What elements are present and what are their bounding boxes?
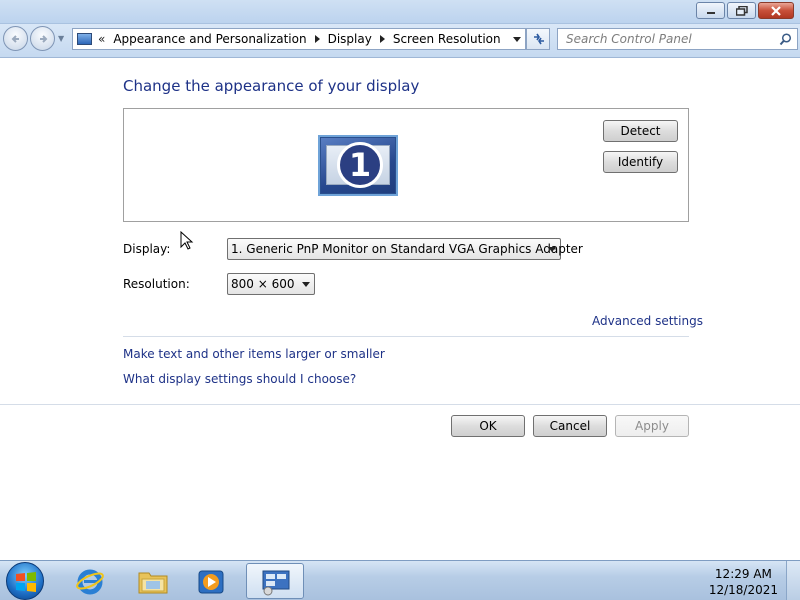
- taskbar: 12:29 AM 12/18/2021: [0, 560, 800, 600]
- forward-arrow-icon: [40, 35, 48, 43]
- refresh-icon: [534, 33, 544, 45]
- cancel-button[interactable]: Cancel: [533, 415, 607, 437]
- chevron-down-icon: [302, 282, 310, 287]
- page-title: Change the appearance of your display: [123, 77, 420, 95]
- apply-button[interactable]: Apply: [615, 415, 689, 437]
- caption-buttons: [696, 2, 794, 19]
- close-button[interactable]: [758, 2, 794, 19]
- resolution-select-value: 800 × 600: [231, 277, 295, 291]
- taskbar-control-panel[interactable]: [246, 563, 304, 599]
- address-history-chevron[interactable]: «: [98, 32, 105, 46]
- minimize-icon: [706, 11, 715, 14]
- chevron-down-icon: [548, 247, 556, 252]
- monitor-1-icon[interactable]: 1: [318, 135, 398, 196]
- restore-button[interactable]: [727, 2, 756, 19]
- forward-button[interactable]: [30, 26, 55, 51]
- start-button[interactable]: [6, 562, 44, 600]
- breadcrumb-separator-arrow-icon[interactable]: [314, 35, 320, 43]
- search-input[interactable]: Search Control Panel: [557, 28, 798, 50]
- clock-time: 12:29 AM: [714, 567, 772, 581]
- display-preview-area: 1 Detect Identify: [123, 108, 689, 222]
- system-clock[interactable]: 12:29 AM 12/18/2021: [709, 566, 778, 598]
- address-bar[interactable]: « Appearance and Personalization Display…: [72, 28, 526, 50]
- divider: [123, 336, 689, 337]
- control-panel-icon: [77, 33, 92, 45]
- folder-icon: [138, 572, 168, 594]
- taskbar-windows-explorer[interactable]: [124, 563, 180, 599]
- address-dropdown-arrow-icon[interactable]: [513, 37, 521, 42]
- display-settings-icon: [262, 570, 290, 596]
- refresh-button[interactable]: [526, 28, 550, 50]
- show-desktop-button[interactable]: [786, 561, 800, 600]
- taskbar-internet-explorer[interactable]: [62, 563, 118, 599]
- minimize-button[interactable]: [696, 2, 725, 19]
- resolution-select[interactable]: 800 × 600: [227, 273, 315, 295]
- taskbar-media-player[interactable]: [183, 563, 239, 599]
- divider: [0, 404, 800, 405]
- title-bar: [0, 0, 800, 24]
- display-select-value: 1. Generic PnP Monitor on Standard VGA G…: [231, 242, 583, 256]
- mouse-pointer-icon: [180, 231, 194, 250]
- display-select[interactable]: 1. Generic PnP Monitor on Standard VGA G…: [227, 238, 583, 260]
- internet-explorer-icon: [76, 569, 104, 595]
- monitor-number: 1: [337, 142, 383, 188]
- resolution-label: Resolution:: [123, 277, 190, 291]
- display-label: Display:: [123, 242, 171, 256]
- breadcrumb-screen-resolution[interactable]: Screen Resolution: [393, 32, 501, 46]
- back-arrow-icon: [11, 35, 19, 43]
- search-placeholder: Search Control Panel: [566, 32, 692, 46]
- restore-icon: [735, 5, 748, 16]
- ok-button[interactable]: OK: [451, 415, 525, 437]
- detect-button[interactable]: Detect: [603, 120, 678, 142]
- close-icon: [771, 5, 781, 16]
- windows-logo-icon: [16, 572, 36, 592]
- clock-date: 12/18/2021: [708, 583, 778, 597]
- back-button[interactable]: [3, 26, 28, 51]
- navigation-bar: ▼ « Appearance and Personalization Displ…: [0, 24, 800, 58]
- breadcrumb-appearance[interactable]: Appearance and Personalization: [113, 32, 306, 46]
- recent-pages-dropdown[interactable]: ▼: [58, 34, 64, 43]
- identify-button[interactable]: Identify: [603, 151, 678, 173]
- breadcrumb-display[interactable]: Display: [328, 32, 372, 46]
- display-help-link[interactable]: What display settings should I choose?: [123, 372, 356, 386]
- media-player-icon: [198, 570, 224, 594]
- text-size-link[interactable]: Make text and other items larger or smal…: [123, 347, 385, 361]
- advanced-settings-link[interactable]: Advanced settings: [592, 314, 703, 328]
- search-icon[interactable]: [779, 33, 792, 46]
- breadcrumb-separator-arrow-icon[interactable]: [379, 35, 385, 43]
